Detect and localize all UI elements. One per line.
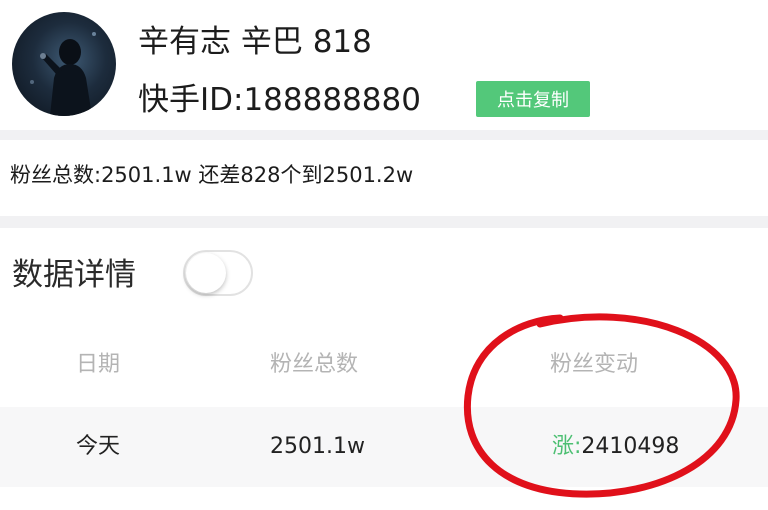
profile-id: 快手ID:188888880 bbox=[138, 82, 421, 118]
fans-summary-row: 粉丝总数:2501.1w 还差828个到2501.2w bbox=[0, 140, 768, 216]
copy-id-button[interactable]: 点击复制 bbox=[476, 81, 590, 117]
cell-date: 今天 bbox=[76, 434, 121, 459]
performer-silhouette-icon bbox=[30, 32, 96, 116]
increase-label: 涨: bbox=[552, 434, 582, 459]
details-toggle[interactable] bbox=[183, 250, 253, 296]
profile-header: 辛有志 辛巴 818 快手ID:188888880 点击复制 bbox=[0, 0, 768, 130]
column-header-date: 日期 bbox=[76, 352, 121, 377]
profile-name: 辛有志 辛巴 818 bbox=[138, 24, 372, 60]
column-header-total-fans: 粉丝总数 bbox=[270, 352, 359, 377]
section-divider bbox=[0, 130, 768, 140]
section-divider bbox=[0, 216, 768, 228]
increase-value: 2410498 bbox=[581, 434, 680, 459]
column-header-fans-change: 粉丝变动 bbox=[550, 352, 639, 377]
details-title: 数据详情 bbox=[12, 257, 136, 293]
avatar[interactable] bbox=[12, 12, 116, 116]
toggle-knob bbox=[186, 253, 226, 293]
cell-total-fans: 2501.1w bbox=[270, 434, 365, 459]
fans-summary-text: 粉丝总数:2501.1w 还差828个到2501.2w bbox=[10, 163, 414, 187]
cell-fans-change: 涨:2410498 bbox=[552, 432, 679, 462]
